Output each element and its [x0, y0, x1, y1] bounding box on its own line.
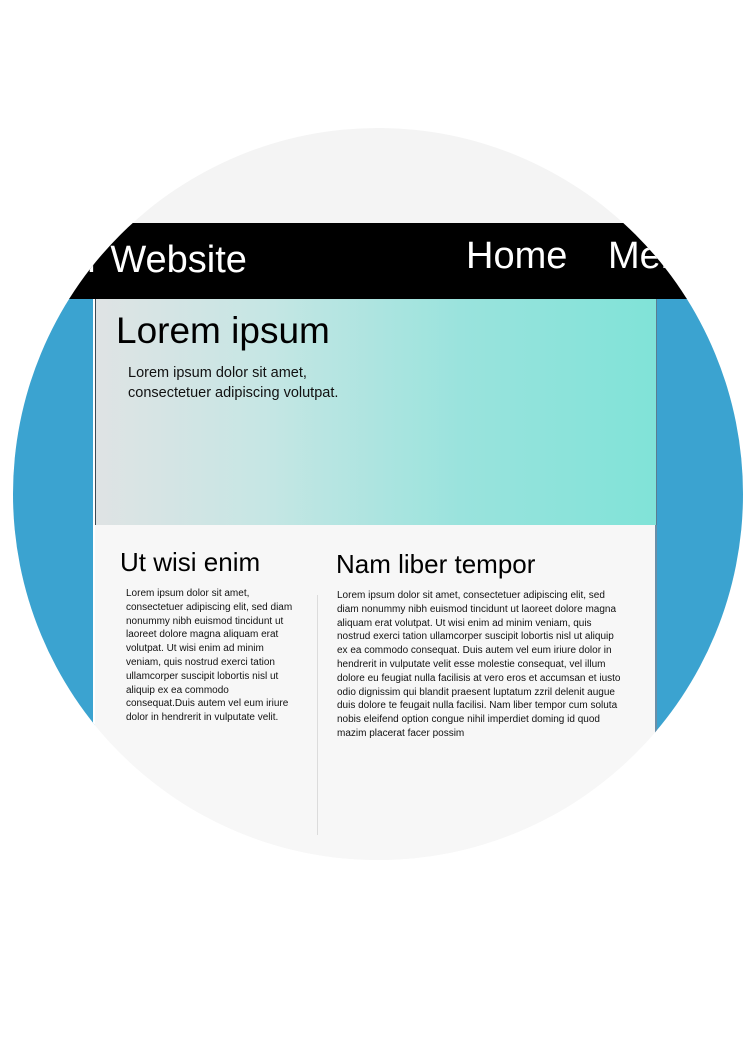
column-2-text: Lorem ipsum dolor sit amet, consectetuer… — [337, 590, 621, 739]
nav-link-menu[interactable]: Menu — [608, 236, 703, 276]
hero-text: Lorem ipsum dolor sit amet, consectetuer… — [128, 365, 339, 401]
content-area: Ut wisi enim Lorem ipsum dolor sit amet,… — [95, 525, 655, 860]
column-1-text: Lorem ipsum dolor sit amet, consectetuer… — [126, 588, 293, 724]
right-side-panel — [655, 298, 743, 860]
site-logo-link[interactable]: Your Website — [23, 240, 247, 280]
column-divider — [317, 595, 318, 835]
left-side-panel — [13, 298, 95, 860]
column-2-title: Nam liber tempor — [336, 549, 536, 579]
column-1-title: Ut wisi enim — [120, 547, 261, 577]
hero-title: Lorem ipsum — [116, 310, 330, 351]
nav-link-home[interactable]: Home — [466, 236, 567, 276]
hero-banner: Lorem ipsum Lorem ipsum dolor sit amet, … — [95, 299, 657, 525]
top-navigation-bar: Your Website Home Menu — [13, 223, 743, 299]
circular-mockup: Your Website Home Menu Lorem ipsum Lorem… — [13, 128, 743, 860]
